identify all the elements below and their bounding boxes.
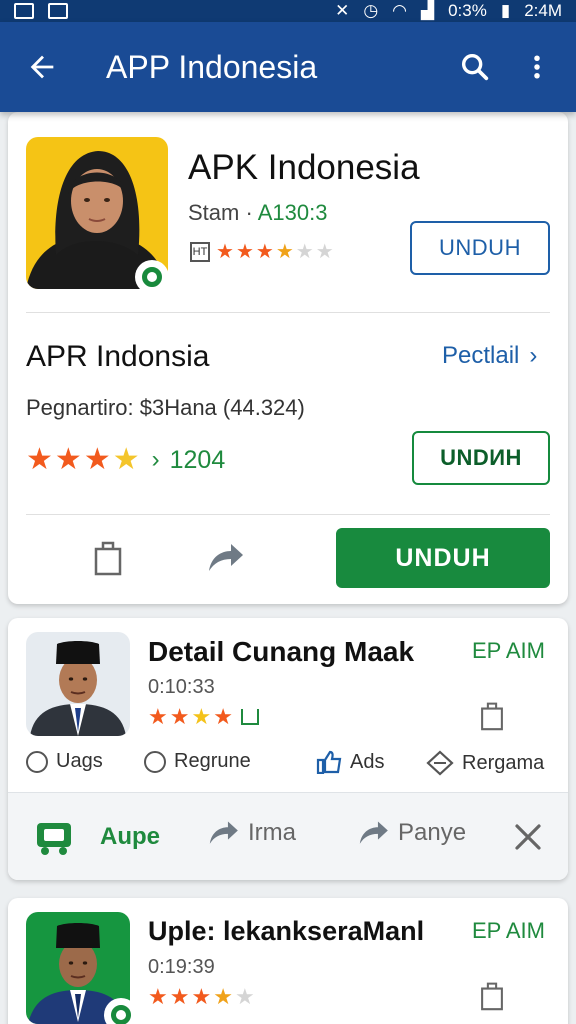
share-arrow-icon (209, 544, 243, 571)
star-icon: ★ (148, 984, 168, 1009)
star-icon: ★ (213, 984, 233, 1009)
video-card-2: Uple: lekankseraManl EP AIM 0:19:39 ★ ★ ★ ★… (8, 898, 568, 1024)
share-button[interactable] (200, 534, 250, 582)
bookmark-button[interactable] (474, 696, 510, 736)
verified-badge-icon (104, 998, 138, 1024)
video-rating: ★ ★ ★ ★ ★ (148, 986, 257, 1008)
star-icon: ★ (169, 984, 190, 1009)
episode-tag: EP AIM (472, 918, 545, 943)
star-rating: ★ ★ ★ ★ ★ ★ (216, 242, 336, 262)
star-icon: ★ (26, 443, 53, 476)
search-button[interactable] (450, 42, 500, 92)
star-icon: ★ (213, 704, 233, 729)
star-icon: ★ (148, 704, 168, 729)
episode-tag: EP AIM (472, 638, 545, 663)
save-small-icon (240, 709, 259, 725)
chevron-right-icon: › (529, 342, 538, 369)
clipboard-icon (481, 702, 503, 731)
bookmark-button[interactable] (474, 976, 510, 1016)
overflow-menu-button[interactable] (512, 42, 562, 92)
star-rating: ★ ★ ★ ★ (148, 706, 235, 728)
status-bar: ✕ ◷ ◠ ▟ 0:3% ▮ 2:4M (0, 0, 576, 22)
download-button-primary[interactable]: UNDUH (336, 528, 550, 588)
checkbox-notification-icon (48, 3, 68, 19)
location-pin-icon (26, 750, 48, 773)
arrow-left-icon (30, 55, 54, 79)
wifi-icon: ◠ (392, 1, 408, 20)
video-title: Uple: lekankseraManl (148, 916, 425, 946)
star-icon: ★ (275, 241, 294, 263)
clipboard-icon (94, 541, 122, 576)
chip-ads[interactable]: Ads (316, 750, 384, 774)
star-icon: ★ (191, 984, 212, 1009)
action-panye[interactable]: Panye (356, 819, 466, 847)
signal-icon: ▟ (421, 1, 435, 20)
cart-icon (37, 823, 71, 855)
app-card-main: APK Indonesia Stam · A130:3 HT ★ ★ ★ ★ ★ ★ UN… (8, 112, 568, 604)
verified-badge-icon (135, 260, 169, 294)
screenshot-notification-icon (14, 3, 34, 19)
video-rating: ★ ★ ★ ★ (148, 706, 259, 728)
app-title: APK Indonesia (188, 148, 420, 187)
battery-level: 0:3% (448, 1, 487, 20)
search-icon (461, 53, 489, 81)
thumbs-up-icon (316, 750, 342, 774)
back-button[interactable] (12, 37, 72, 97)
star-icon: ★ (234, 984, 255, 1009)
share-arrow-icon (209, 821, 238, 844)
star-rating-large: ★ ★ ★ ★ (26, 445, 142, 475)
bookmark-button[interactable] (84, 534, 132, 582)
star-icon: ★ (295, 241, 314, 263)
person-thumbnail (26, 632, 130, 736)
video-duration: 0:19:39 (148, 956, 215, 978)
download-button-green-outline[interactable]: UNDИH (412, 431, 550, 485)
rating-count: 1204 (169, 445, 226, 474)
mute-icon: ✕ (335, 1, 350, 20)
battery-icon: ▮ (500, 1, 511, 20)
star-icon: ★ (216, 241, 234, 263)
star-icon: ★ (235, 241, 254, 263)
star-icon: ★ (54, 443, 82, 476)
chevron-right-icon: › (151, 446, 160, 473)
star-icon: ★ (169, 704, 190, 729)
star-icon: ★ (83, 443, 111, 476)
chip-rergama[interactable]: Rergama (426, 750, 544, 776)
diamond-arrow-icon (426, 750, 454, 776)
close-icon (515, 824, 541, 850)
clock: 2:4M (524, 1, 562, 20)
publisher-text: Pegnartiro: $3Hana (44.324) (26, 395, 305, 420)
star-icon: ★ (255, 241, 274, 263)
video-card-1: Detail Cunang Maak EP AIM 0:10:33 ★ ★ ★ ★ U… (8, 618, 568, 880)
alarm-icon: ◷ (363, 1, 379, 20)
content-rating-tag: HT (190, 242, 210, 262)
star-icon: ★ (112, 443, 140, 476)
rating-row: HT ★ ★ ★ ★ ★ ★ (190, 242, 336, 262)
location-pin-icon (144, 750, 166, 773)
rating-summary: ★ ★ ★ ★ › 1204 (26, 445, 225, 475)
star-icon: ★ (191, 704, 212, 729)
chip-uags[interactable]: Uags (26, 750, 103, 773)
close-button[interactable] (508, 817, 548, 857)
section-title: APR Indonsia (26, 340, 210, 373)
star-icon: ★ (315, 241, 334, 263)
action-irma[interactable]: Irma (206, 819, 296, 847)
detail-link[interactable]: Pectlail › (442, 342, 537, 370)
action-aupe[interactable]: Aupe (34, 817, 160, 857)
chip-regrune[interactable]: Regrune (144, 750, 251, 773)
video-duration: 0:10:33 (148, 676, 215, 698)
app-subtitle: Stam · A130:3 (188, 200, 328, 225)
star-rating: ★ ★ ★ ★ ★ (148, 986, 257, 1008)
video-title: Detail Cunang Maak (148, 636, 415, 667)
divider (26, 514, 550, 515)
action-bar: Aupe Irma Panye (8, 792, 568, 880)
share-arrow-icon (359, 821, 388, 844)
more-vert-icon (534, 55, 540, 79)
app-bar: APP Indonesia (0, 22, 576, 112)
page-title: APP Indonesia (106, 48, 318, 85)
download-button-outline[interactable]: UNDUH (410, 221, 550, 275)
clipboard-icon (481, 982, 503, 1011)
divider (26, 312, 550, 313)
